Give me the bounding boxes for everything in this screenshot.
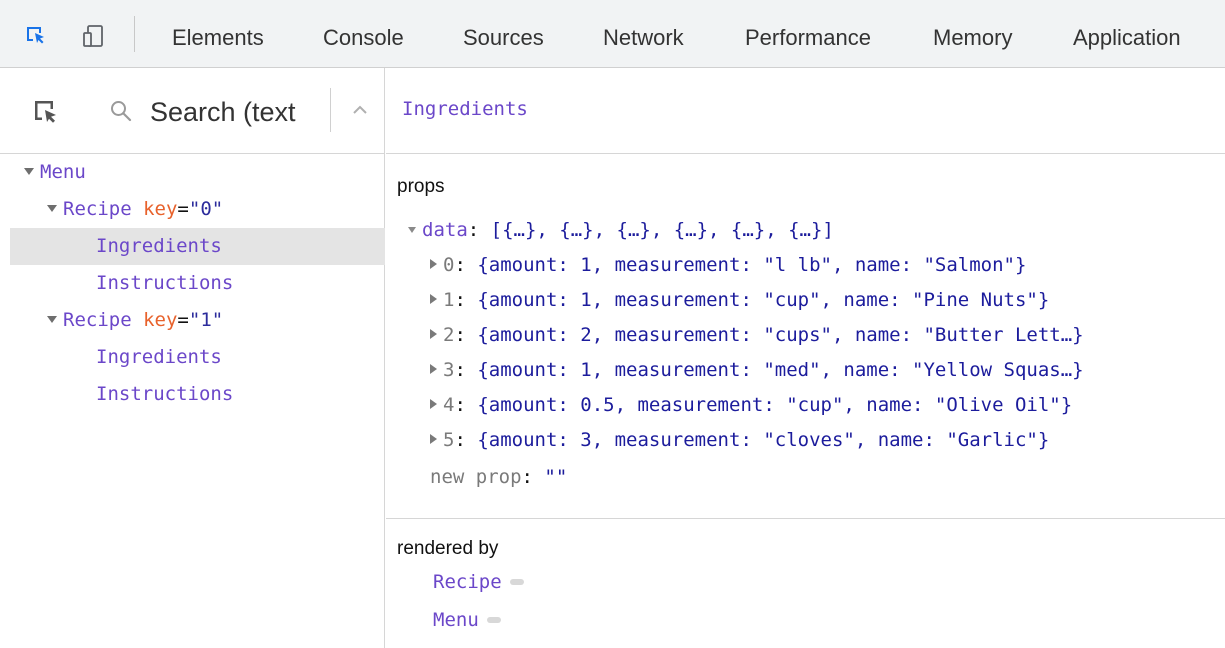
component-picker-icon[interactable]	[32, 98, 60, 126]
tab-memory[interactable]: Memory	[933, 0, 1012, 68]
tree-item-label: Instructions	[96, 272, 234, 294]
array-index: 3	[443, 359, 455, 381]
chevron-up-icon[interactable]	[350, 102, 370, 118]
tree-item-label: Menu	[40, 161, 86, 183]
tab-console[interactable]: Console	[323, 0, 404, 68]
search-icon	[111, 101, 132, 122]
owner-item-recipe[interactable]: Recipe	[433, 565, 524, 599]
selected-component-title: Ingredients	[402, 98, 528, 120]
array-index: 4	[443, 394, 455, 416]
tree-item-recipe-1[interactable]: Recipe key="1"	[10, 302, 385, 339]
array-index: 5	[443, 429, 455, 451]
array-index: 2	[443, 324, 455, 346]
array-item-row[interactable]: 0: {amount: 1, measurement: "l lb", name…	[430, 248, 1026, 282]
expand-arrow-icon[interactable]	[47, 316, 57, 323]
array-item-row[interactable]: 5: {amount: 3, measurement: "cloves", na…	[430, 423, 1049, 457]
tab-elements[interactable]: Elements	[172, 0, 264, 68]
array-item-row[interactable]: 4: {amount: 0.5, measurement: "cup", nam…	[430, 388, 1072, 422]
component-details-panel: Ingredients props data: [{…}, {…}, {…}, …	[386, 68, 1225, 648]
expand-arrow-icon[interactable]	[430, 329, 437, 339]
expand-arrow-icon[interactable]	[430, 434, 437, 444]
owner-label: Recipe	[433, 571, 502, 593]
attr-equals: =	[177, 309, 189, 331]
new-prop-row[interactable]: new prop: ""	[430, 460, 567, 494]
element-picker-icon[interactable]	[24, 24, 48, 48]
attr-value: "1"	[188, 309, 224, 331]
prop-key: data	[422, 219, 468, 241]
new-prop-value[interactable]: ""	[544, 466, 567, 488]
key-pill-icon	[486, 617, 501, 623]
expand-arrow-icon[interactable]	[430, 294, 437, 304]
expand-arrow-icon[interactable]	[408, 227, 416, 233]
expand-arrow-icon[interactable]	[430, 259, 437, 269]
tree-item-label: Recipe	[63, 198, 132, 220]
props-section-title: props	[397, 176, 445, 197]
attr-name: key	[143, 309, 178, 331]
device-toggle-icon[interactable]	[81, 24, 105, 48]
array-item-row[interactable]: 2: {amount: 2, measurement: "cups", name…	[430, 318, 1084, 352]
tab-sources[interactable]: Sources	[463, 0, 544, 68]
tree-item-ingredients-0[interactable]: Ingredients	[10, 228, 385, 265]
tree-search-bar	[0, 68, 385, 154]
array-item-value[interactable]: {amount: 1, measurement: "cup", name: "P…	[477, 289, 1049, 311]
array-item-row[interactable]: 3: {amount: 1, measurement: "med", name:…	[430, 353, 1084, 387]
attr-equals: =	[177, 198, 189, 220]
search-input[interactable]	[150, 92, 314, 132]
owner-item-menu[interactable]: Menu	[433, 603, 501, 637]
attr-value: "0"	[188, 198, 224, 220]
tree-item-menu[interactable]: Menu	[10, 154, 385, 191]
array-item-row[interactable]: 1: {amount: 1, measurement: "cup", name:…	[430, 283, 1049, 317]
section-divider	[386, 518, 1225, 519]
array-index: 0	[443, 254, 455, 276]
devtools-toolbar: Elements Console Sources Network Perform…	[0, 0, 1225, 68]
attr-name: key	[143, 198, 178, 220]
new-prop-colon: :	[521, 466, 533, 488]
array-item-value[interactable]: {amount: 0.5, measurement: "cup", name: …	[477, 394, 1072, 416]
expand-arrow-icon[interactable]	[24, 168, 34, 175]
expand-arrow-icon[interactable]	[430, 364, 437, 374]
prop-value[interactable]: [{…}, {…}, {…}, {…}, {…}, {…}]	[491, 219, 834, 241]
tab-network[interactable]: Network	[603, 0, 684, 68]
tree-item-label: Ingredients	[96, 235, 222, 257]
array-item-value[interactable]: {amount: 2, measurement: "cups", name: "…	[477, 324, 1083, 346]
tree-item-label: Ingredients	[96, 346, 222, 368]
search-separator	[330, 88, 331, 132]
expand-arrow-icon[interactable]	[430, 399, 437, 409]
tree-item-recipe-0[interactable]: Recipe key="0"	[10, 191, 385, 228]
prop-colon: :	[467, 219, 480, 241]
tree-item-label: Recipe	[63, 309, 132, 331]
details-header: Ingredients	[386, 68, 1225, 154]
tree-item-instructions-1[interactable]: Instructions	[10, 376, 385, 413]
array-index: 1	[443, 289, 455, 311]
array-item-value[interactable]: {amount: 3, measurement: "cloves", name:…	[477, 429, 1049, 451]
tab-application[interactable]: Application	[1073, 0, 1181, 68]
key-pill-icon	[509, 579, 524, 585]
prop-data-row[interactable]: data: [{…}, {…}, {…}, {…}, {…}, {…}]	[408, 213, 834, 247]
rendered-by-title: rendered by	[397, 538, 499, 559]
tree-item-ingredients-1[interactable]: Ingredients	[10, 339, 385, 376]
array-item-value[interactable]: {amount: 1, measurement: "med", name: "Y…	[477, 359, 1083, 381]
tree-item-label: Instructions	[96, 383, 234, 405]
component-tree-panel: Menu Recipe key="0" Ingredients Instruct…	[0, 68, 385, 648]
expand-arrow-icon[interactable]	[47, 205, 57, 212]
toolbar-separator	[134, 16, 135, 52]
owner-label: Menu	[433, 609, 479, 631]
new-prop-key[interactable]: new prop	[430, 466, 522, 488]
tree-item-instructions-0[interactable]: Instructions	[10, 265, 385, 302]
array-item-value[interactable]: {amount: 1, measurement: "l lb", name: "…	[477, 254, 1026, 276]
tab-performance[interactable]: Performance	[745, 0, 871, 68]
